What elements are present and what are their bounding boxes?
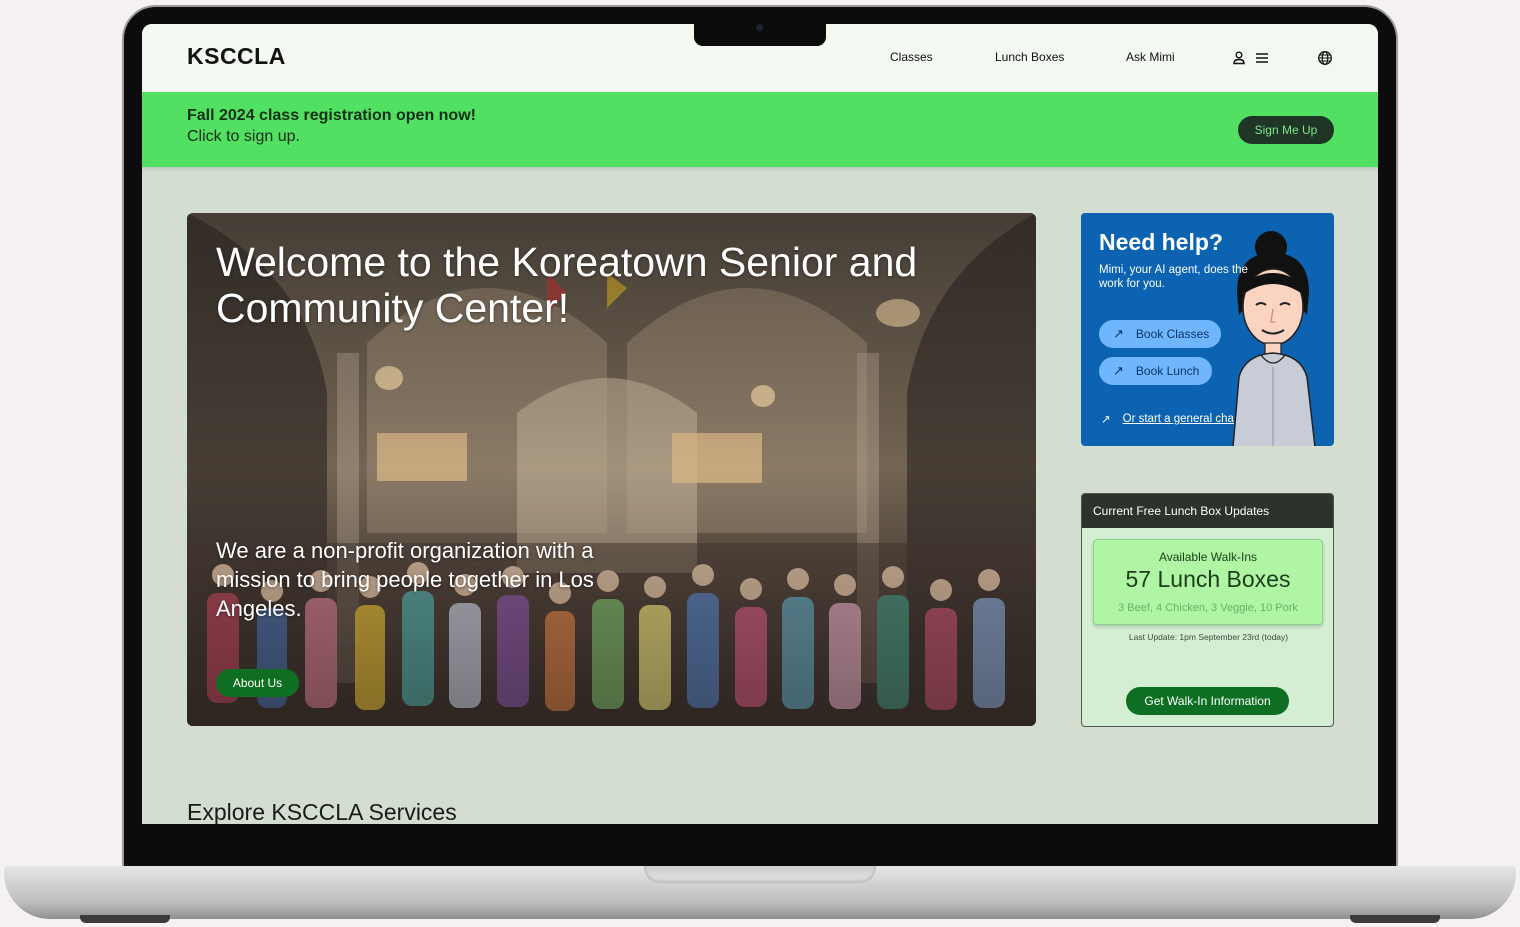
laptop-foot-right (1350, 915, 1440, 923)
mimi-avatar-illustration (1232, 231, 1316, 446)
available-walkins-label: Available Walk-Ins (1158, 550, 1258, 564)
help-subtitle: Mimi, your AI agent, does the work for y… (1099, 264, 1248, 290)
hero-title: Welcome to the Koreatown Senior and Comm… (216, 239, 918, 331)
registration-banner[interactable]: Fall 2024 class registration open now! C… (142, 92, 1378, 167)
lunch-card-header: Current Free Lunch Box Updates (1082, 494, 1333, 528)
available-walkins-panel: Available Walk-Ins 57 Lunch Boxes 3 Beef… (1093, 539, 1323, 625)
general-chat-label: Or start a general cha (1122, 413, 1234, 425)
banner-subtitle: Click to sign up. (187, 128, 300, 145)
hero-section: Welcome to the Koreatown Senior and Comm… (187, 213, 1036, 726)
laptop-foot-left (80, 915, 170, 923)
mimi-help-card: Need help? Mimi, your AI agent, does the… (1081, 213, 1334, 446)
nav-link-classes[interactable]: Classes (890, 50, 933, 64)
camera-icon (756, 24, 763, 31)
explore-services-heading: Explore KSCCLA Services (187, 799, 457, 824)
arrow-up-right-icon: ↗ (1101, 414, 1111, 426)
about-us-button[interactable]: About Us (216, 669, 299, 697)
book-classes-label: Book Classes (1135, 327, 1210, 341)
site-logo[interactable]: KSCCLA (187, 43, 286, 70)
screen: KSCCLA Classes Lunch Boxes Ask Mimi Fall… (142, 24, 1378, 824)
book-lunch-label: Book Lunch (1135, 364, 1200, 378)
lunch-box-updates-card: Current Free Lunch Box Updates Available… (1081, 493, 1334, 727)
book-classes-button[interactable]: ↗ Book Classes (1099, 320, 1221, 348)
arrow-up-right-icon: ↗ (1113, 326, 1124, 341)
lunch-box-count: 57 Lunch Boxes (1125, 566, 1291, 592)
user-icon[interactable] (1231, 50, 1247, 66)
arrow-up-right-icon: ↗ (1113, 363, 1124, 378)
book-lunch-button[interactable]: ↗ Book Lunch (1099, 357, 1212, 385)
sign-me-up-button[interactable]: Sign Me Up (1238, 116, 1334, 144)
nav-link-ask-mimi[interactable]: Ask Mimi (1126, 50, 1175, 64)
menu-icon[interactable] (1254, 50, 1270, 66)
nav-link-lunch-boxes[interactable]: Lunch Boxes (995, 50, 1064, 64)
last-update-text: Last Update: 1pm September 23rd (today) (1128, 632, 1289, 642)
globe-icon[interactable] (1317, 50, 1333, 66)
lunch-box-breakdown: 3 Beef, 4 Chicken, 3 Veggie, 10 Pork (1118, 602, 1298, 614)
get-walkin-info-button[interactable]: Get Walk-In Information (1126, 687, 1289, 715)
laptop-opening-notch (644, 866, 876, 883)
general-chat-link[interactable]: ↗ Or start a general cha (1101, 412, 1234, 426)
help-title: Need help? (1099, 229, 1223, 255)
hero-description: We are a non-profit organization with a … (216, 538, 594, 621)
banner-title: Fall 2024 class registration open now! (187, 107, 476, 124)
